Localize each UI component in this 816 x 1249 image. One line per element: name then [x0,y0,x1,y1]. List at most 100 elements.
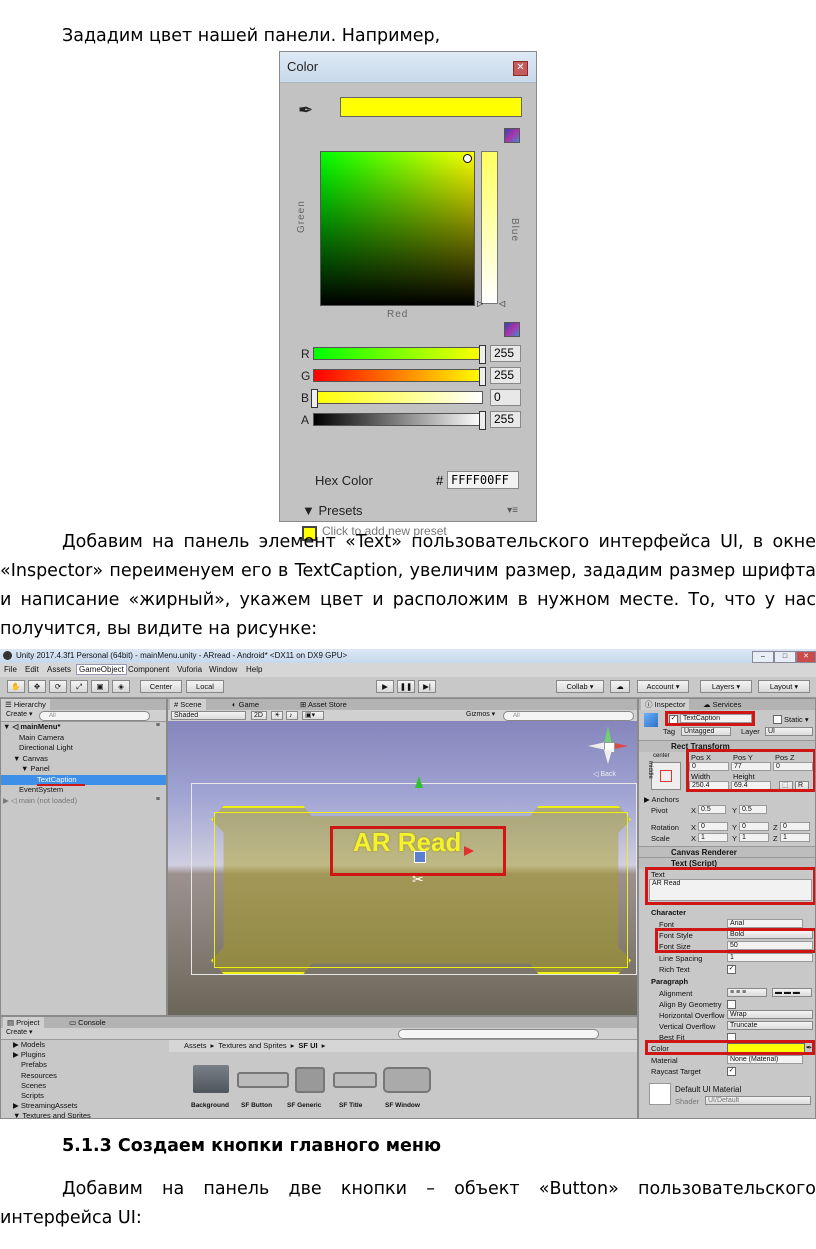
close-icon[interactable]: ✕ [796,651,816,663]
project-folder-item[interactable]: ▼ Textures and Sprites [1,1111,169,1118]
tab-console[interactable]: ▭ Console [65,1017,110,1028]
lighting-icon[interactable]: ☀ [271,711,283,720]
pivot-y-input[interactable]: 0.5 [739,805,767,814]
menu-item-component[interactable]: Component [128,665,169,674]
slider-track[interactable] [313,367,486,386]
context-menu-icon[interactable]: ≡ [156,722,160,729]
folder-icon[interactable] [193,1065,229,1093]
hex-input[interactable]: FFFF00FF [447,471,519,489]
v-overflow-dropdown[interactable]: Truncate [727,1021,813,1030]
menu-item-edit[interactable]: Edit [25,665,39,674]
breadcrumb-item[interactable]: Textures and Sprites [218,1041,286,1050]
slider-handle-icon[interactable]: ▷ [477,299,483,308]
hand-tool-icon[interactable]: ✋ [7,680,25,693]
project-folder-item[interactable]: Scenes [1,1081,169,1091]
account-dropdown[interactable]: Account ▾ [637,680,689,693]
tab-scene[interactable]: # Scene [170,699,206,710]
rotation-input[interactable]: 0 [698,822,728,831]
slider-handle-icon[interactable] [479,411,486,430]
tab-services[interactable]: ☁ Services [699,699,746,710]
hierarchy-item[interactable]: Directional Light [1,743,166,753]
tab-game[interactable]: ◐ Game [228,699,264,710]
transform-tool-icon[interactable]: ◈ [112,680,130,693]
project-create-button[interactable]: Create ▾ [4,1029,34,1038]
static-dropdown[interactable]: Static ▾ [784,715,809,724]
vertical-alignment-icon[interactable]: ▬ ▬ ▬ [772,988,812,997]
rotation-input[interactable]: 0 [739,822,769,831]
slider-track[interactable] [313,411,486,430]
project-folder-item[interactable]: ▶ Models [1,1040,169,1050]
material-field[interactable]: None (Material) [727,1055,803,1064]
context-menu-icon[interactable]: ≡ [156,796,160,803]
project-folder-item[interactable]: ▶ Plugins [1,1050,169,1060]
hierarchy-item[interactable]: ▼ ◁ mainMenu* [1,722,166,732]
slider-track[interactable] [311,389,483,408]
blue-slider-vertical[interactable] [481,151,498,304]
slider-value-input[interactable]: 0 [490,389,521,406]
orientation-gizmo[interactable] [588,726,628,766]
layer-dropdown[interactable]: UI [765,727,813,736]
scene-view[interactable]: AR Read ✂ ◁ Back [168,721,637,1015]
scale-input[interactable]: 1 [698,833,728,842]
move-handle[interactable] [414,851,426,863]
raycast-checkbox[interactable]: ✓ [727,1067,736,1076]
layers-dropdown[interactable]: Layers ▾ [700,680,752,693]
2d-toggle[interactable]: 2D [251,711,267,720]
scale-tool-icon[interactable]: ⤢ [70,680,88,693]
tab-project[interactable]: ▤ Project [3,1017,44,1028]
shading-mode-dropdown[interactable]: Shaded [171,711,246,720]
pivot-center-button[interactable]: Center [140,680,182,693]
h-overflow-dropdown[interactable]: Wrap [727,1010,813,1019]
tag-dropdown[interactable]: Untagged [681,727,731,736]
presets-foldout[interactable]: ▼ Presets [302,503,363,518]
slider-handle-icon[interactable] [311,389,318,408]
slider-value-input[interactable]: 255 [490,411,521,428]
slider-value-input[interactable]: 255 [490,367,521,384]
slider-handle-icon[interactable]: ◁ [499,299,505,308]
anchor-preset-icon[interactable] [651,762,681,790]
scale-input[interactable]: 1 [780,833,810,842]
cloud-icon[interactable]: ☁ [610,680,630,693]
project-folder-item[interactable]: Scripts [1,1091,169,1101]
sf-button-thumbnail[interactable] [237,1072,289,1088]
pause-icon[interactable]: ❚❚ [397,680,415,693]
minimize-icon[interactable]: – [752,651,774,663]
tab-asset-store[interactable]: ⊞ Asset Store [296,699,351,710]
sf-title-thumbnail[interactable] [333,1072,377,1088]
project-search-input[interactable] [398,1029,599,1039]
breadcrumb-item[interactable]: SF UI [298,1041,317,1050]
hierarchy-search-input[interactable]: All [39,711,150,721]
menu-item-gameobject[interactable]: GameObject [76,664,127,675]
maximize-icon[interactable]: □ [774,651,796,663]
gizmos-dropdown[interactable]: Gizmos ▾ [464,711,498,720]
slider-handle-icon[interactable] [479,367,486,386]
hierarchy-item[interactable]: ▶ ◁ main (not loaded) [1,796,166,806]
menu-item-file[interactable]: File [4,665,17,674]
horizontal-alignment-icon[interactable]: ≡ ≡ ≡ [727,988,767,997]
effects-icon[interactable]: ▣▾ [302,711,324,720]
slider-handle-icon[interactable] [479,345,486,364]
slider-value-input[interactable]: 255 [490,345,521,362]
menu-item-window[interactable]: Window [209,665,237,674]
color-swatch[interactable] [340,97,522,117]
hierarchy-create-button[interactable]: Create ▾ [4,711,34,720]
hierarchy-item[interactable]: TextCaption [1,774,166,785]
align-geometry-checkbox[interactable] [727,1000,736,1009]
move-tool-icon[interactable]: ✥ [28,680,46,693]
font-field[interactable]: Arial [727,919,803,928]
layout-dropdown[interactable]: Layout ▾ [758,680,810,693]
color-field[interactable] [320,151,475,306]
menu-item-vuforia[interactable]: Vuforia [177,665,202,674]
step-icon[interactable]: ▶| [418,680,436,693]
hierarchy-item[interactable]: ▼ Canvas [1,754,166,764]
menu-item-assets[interactable]: Assets [47,665,71,674]
rect-tool-icon[interactable]: ▣ [91,680,109,693]
project-folder-item[interactable]: Prefabs [1,1060,169,1070]
eyedropper-icon[interactable]: ✒ [298,100,313,121]
color-field-cursor[interactable] [463,154,472,163]
anchors-foldout[interactable]: ▶ Anchors [644,795,679,804]
sf-window-thumbnail[interactable] [383,1067,431,1093]
slider-mode-icon[interactable] [504,322,520,337]
pivot-local-button[interactable]: Local [186,680,224,693]
project-folder-item[interactable]: ▶ StreamingAssets [1,1101,169,1111]
